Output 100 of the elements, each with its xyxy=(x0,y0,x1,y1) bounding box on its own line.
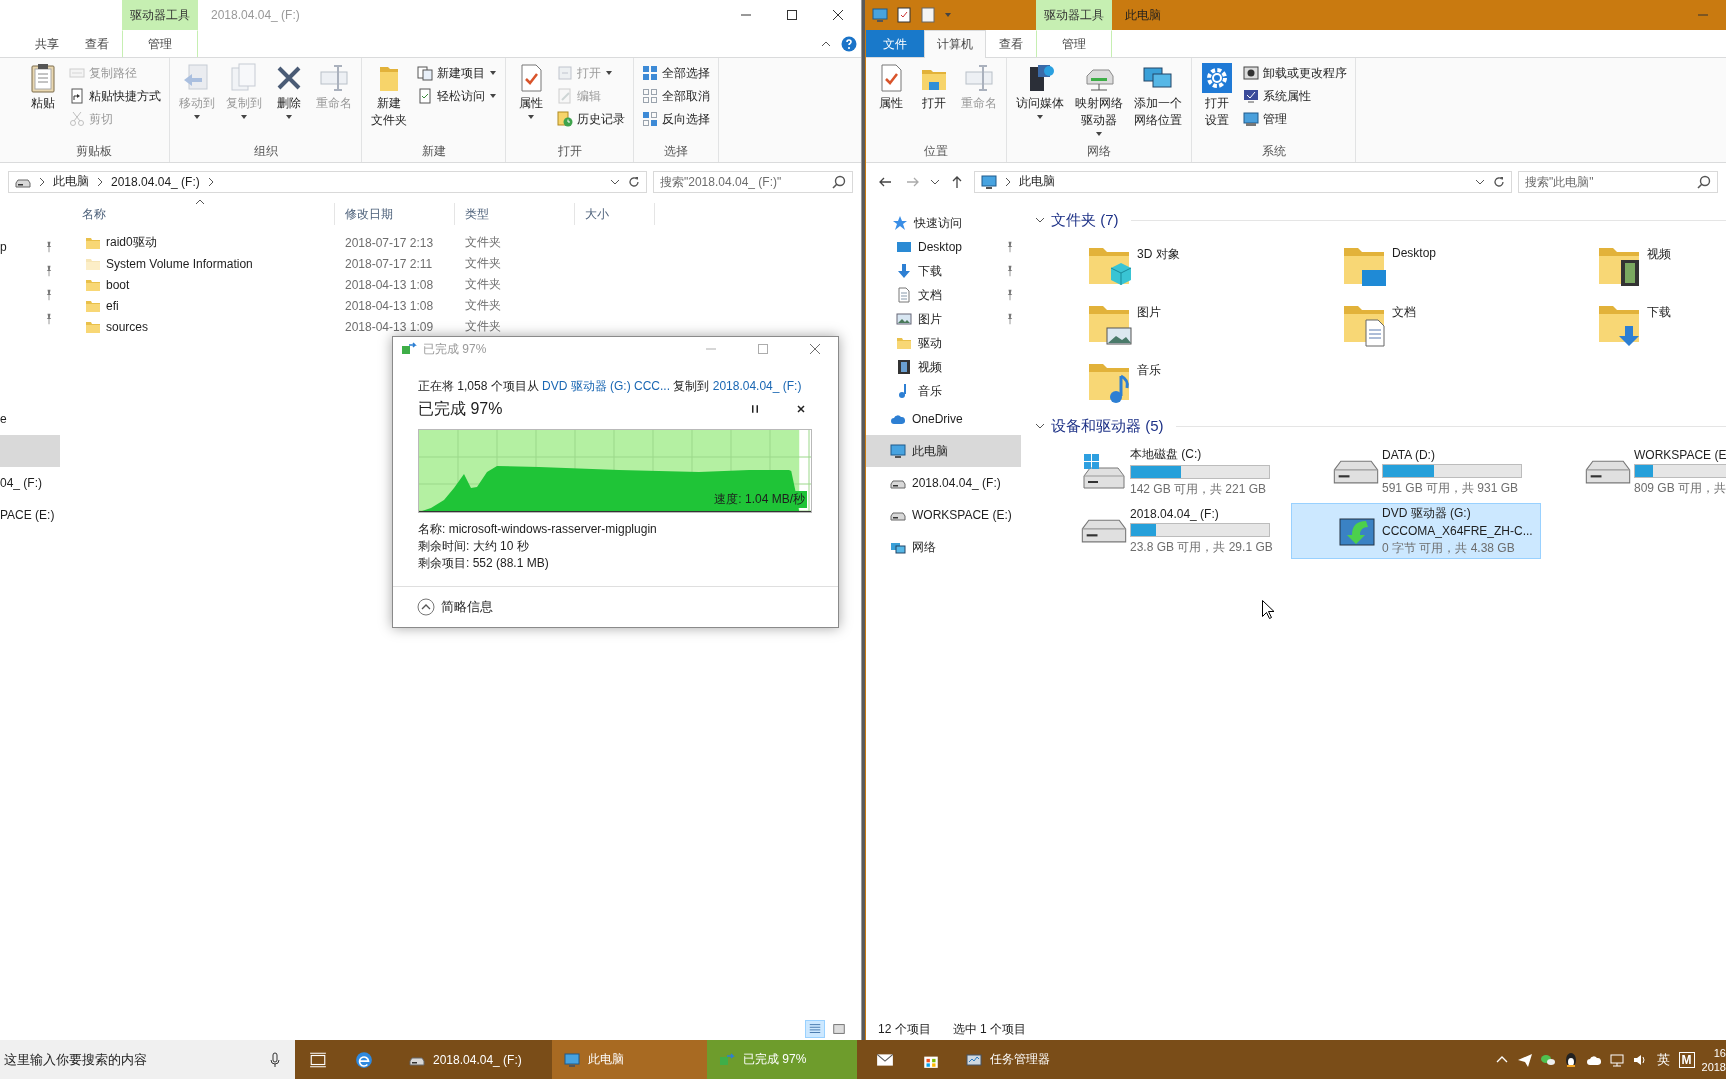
folder-item[interactable]: 音乐 xyxy=(1039,358,1294,416)
folder-item[interactable]: 3D 对象 xyxy=(1039,242,1294,300)
search-field[interactable]: 搜索"此电脑" xyxy=(1518,170,1718,193)
ribbon-tab[interactable]: 查看 xyxy=(986,30,1036,57)
ribbon-button[interactable]: 轻松访问 xyxy=(414,85,500,107)
folder-item[interactable]: 视频 xyxy=(1549,242,1726,300)
close-icon xyxy=(810,344,820,354)
nav-item[interactable]: 下载 xyxy=(866,259,1021,283)
ribbon-button[interactable]: 属性 xyxy=(511,61,551,122)
search-field[interactable]: 搜索"2018.04.04_ (F:)" xyxy=(653,170,853,193)
ime-indicator[interactable]: M xyxy=(1678,1051,1695,1068)
address-bar[interactable]: 此电脑 2018.04.04_ (F:) xyxy=(8,170,647,193)
nav-item[interactable]: p xyxy=(0,235,60,259)
nav-item[interactable]: 04_ (F:) xyxy=(0,467,60,499)
address-bar[interactable]: 此电脑 xyxy=(974,170,1512,193)
monitor-icon[interactable] xyxy=(872,7,888,23)
input-language-button[interactable]: 英 xyxy=(1654,1050,1672,1069)
chevron-right-icon[interactable] xyxy=(37,176,47,187)
view-button[interactable] xyxy=(805,1020,825,1038)
help-icon[interactable] xyxy=(841,35,857,52)
file-name-cell[interactable]: raid0驱动 xyxy=(72,234,335,251)
document-check-icon[interactable] xyxy=(896,7,912,23)
ribbon-button[interactable]: 卸载或更改程序 xyxy=(1240,62,1350,84)
speed-label: 速度: 1.04 MB/秒 xyxy=(712,491,807,508)
ribbon-button[interactable]: 全部取消 xyxy=(639,85,713,107)
folder-item[interactable]: 图片 xyxy=(1039,300,1294,358)
group-label: 网络 xyxy=(1086,143,1112,160)
ribbon-button[interactable]: 全部选择 xyxy=(639,62,713,84)
ribbon-button[interactable]: 添加一个 网络位置 xyxy=(1130,61,1186,129)
ribbon-button[interactable]: 粘贴快捷方式 xyxy=(66,85,164,107)
chevron-down-icon xyxy=(1035,421,1045,431)
nav-item[interactable]: PACE (E:) xyxy=(0,499,60,531)
ribbon-button[interactable]: 打开 设置 xyxy=(1197,61,1237,129)
disc-box-icon xyxy=(1243,65,1259,81)
location-link[interactable]: 2018.04.04_ (F:) xyxy=(712,379,802,393)
drive-item[interactable]: 2018.04.04_ (F:) 23.8 GB 可用，共 29.1 GB xyxy=(1039,503,1289,559)
breadcrumb[interactable]: 2018.04.04_ (F:) xyxy=(111,174,200,189)
file-name-cell[interactable]: efi xyxy=(72,297,335,314)
search-field[interactable]: 这里输入你要搜索的内容 xyxy=(0,1040,295,1079)
nav-item[interactable]: 视频 xyxy=(866,355,1021,379)
column-header[interactable]: 大小 xyxy=(575,203,655,225)
ribbon-button[interactable]: 反向选择 xyxy=(639,108,713,130)
ribbon-button[interactable]: 访问媒体 xyxy=(1012,61,1068,122)
nav-item[interactable]: 音乐 xyxy=(866,379,1021,403)
taskbar-window-button[interactable]: 任务管理器 xyxy=(954,1040,1062,1079)
column-header[interactable]: 名称 xyxy=(72,203,335,225)
breadcrumb[interactable]: 此电脑 xyxy=(1019,173,1055,190)
nav-item[interactable]: 驱动 xyxy=(866,331,1021,355)
location-link[interactable]: DVD 驱动器 (G:) CCC... xyxy=(542,379,671,393)
ribbon-tab[interactable]: 计算机 xyxy=(924,30,986,58)
dropdown-caret-icon[interactable] xyxy=(944,11,952,19)
nav-item[interactable]: Desktop xyxy=(866,235,1021,259)
ribbon-button[interactable]: 系统属性 xyxy=(1240,85,1350,107)
column-header[interactable]: 修改日期 xyxy=(335,203,455,225)
ribbon-tab[interactable]: 文件 xyxy=(866,30,924,57)
nav-item[interactable]: OneDrive xyxy=(866,403,1021,435)
drive-item[interactable]: DATA (D:) 591 GB 可用，共 931 GB xyxy=(1291,444,1541,500)
ribbon-button[interactable]: 粘贴 xyxy=(23,61,63,112)
paper-plane-icon[interactable] xyxy=(1516,1051,1533,1068)
ribbon-button[interactable]: 管理 xyxy=(1240,108,1350,130)
chevron-right-icon[interactable] xyxy=(1003,176,1013,187)
ribbon-button[interactable]: 打开 xyxy=(914,61,954,112)
file-name-cell[interactable]: sources xyxy=(72,318,335,335)
ribbon-tab[interactable]: 共享 xyxy=(22,30,72,57)
document-icon[interactable] xyxy=(920,7,936,23)
ribbon-button[interactable]: 属性 xyxy=(871,61,911,112)
dropdown-caret-icon xyxy=(240,113,248,121)
folder-item[interactable]: 文档 xyxy=(1294,300,1549,358)
drive-item[interactable]: 本地磁盘 (C:) 142 GB 可用，共 221 GB xyxy=(1039,444,1289,500)
folder-item[interactable]: 下载 xyxy=(1549,300,1726,358)
detail-text: 名称: microsoft-windows-rasserver-migplugin xyxy=(418,521,657,538)
group-header[interactable]: 设备和驱动器 (5) xyxy=(1021,416,1726,436)
nav-item[interactable]: 文档 xyxy=(866,283,1021,307)
taskbar-window-button[interactable]: 2018.04.04_ (F:) xyxy=(397,1040,552,1079)
column-header[interactable]: 类型 xyxy=(455,203,575,225)
taskbar-window-button[interactable]: 此电脑 xyxy=(552,1040,707,1079)
drive-item[interactable]: WORKSPACE (E 809 GB 可用，共 xyxy=(1543,444,1726,500)
nav-item[interactable]: 此电脑 xyxy=(866,435,1021,467)
less-details-button[interactable]: 简略信息 xyxy=(417,598,493,616)
nav-item[interactable]: WORKSPACE (E:) xyxy=(866,499,1021,531)
folder-item[interactable]: Desktop xyxy=(1294,242,1549,300)
ribbon-button[interactable]: 删除 xyxy=(269,61,309,122)
file-name-cell[interactable]: boot xyxy=(72,276,335,293)
ribbon-button[interactable]: 新建 文件夹 xyxy=(367,61,411,129)
nav-item[interactable]: 网络 xyxy=(866,531,1021,563)
chevron-right-icon[interactable] xyxy=(95,176,105,187)
nav-item[interactable]: 图片 xyxy=(866,307,1021,331)
nav-item[interactable]: 2018.04.04_ (F:) xyxy=(866,467,1021,499)
file-name-cell[interactable]: System Volume Information xyxy=(72,255,335,272)
ribbon-button[interactable]: 映射网络 驱动器 xyxy=(1071,61,1127,139)
group-header[interactable]: 文件夹 (7) xyxy=(1021,210,1726,230)
breadcrumb[interactable]: 此电脑 xyxy=(53,173,89,190)
ribbon-button[interactable]: 新建项目 xyxy=(414,62,500,84)
ribbon-button[interactable]: 历史记录 xyxy=(554,108,628,130)
clock[interactable]: 16 2018 xyxy=(1701,1045,1726,1074)
network-icon[interactable] xyxy=(1608,1051,1625,1068)
ribbon-tab[interactable]: 查看 xyxy=(72,30,122,57)
drive-item[interactable]: DVD 驱动器 (G:) CCCOMA_X64FRE_ZH-C... 0 字节 可用，共 4.38 GB xyxy=(1291,503,1541,559)
nav-item[interactable]: 快速访问 xyxy=(866,211,1021,235)
nav-item[interactable]: e xyxy=(0,403,60,435)
